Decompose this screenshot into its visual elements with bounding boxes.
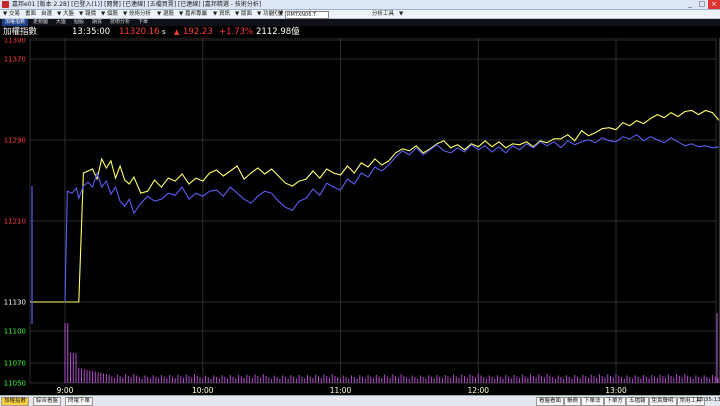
tab-6[interactable]: 下單 bbox=[135, 19, 151, 26]
dropdown-caret-icon[interactable]: ▼ bbox=[157, 10, 161, 18]
tab-4[interactable]: 期貨 bbox=[89, 19, 105, 26]
app-icon bbox=[2, 1, 9, 8]
dropdown-caret-icon[interactable]: ▼ bbox=[257, 10, 261, 18]
y-tick-label: 11130 bbox=[4, 299, 26, 307]
quote-info-bar: 加權指數 13:35:00 11320.16 s ▲ 192.23 +1.73%… bbox=[0, 26, 720, 38]
tab-1[interactable]: 走勢圖 bbox=[30, 19, 51, 26]
tab-5[interactable]: 技術分析 bbox=[107, 19, 133, 26]
dropdown-caret-icon[interactable]: ▼ bbox=[3, 10, 7, 18]
minimize-button[interactable]: _ bbox=[684, 0, 696, 9]
x-tick-label: 11:00 bbox=[330, 386, 352, 394]
x-tick-label: 10:00 bbox=[192, 386, 214, 394]
menu-toolbar: ▼ 交易 畫面 自選 ▼ 大盤 ▼ 報價 ▼ 個股 ▼ 技術分析 ▼ 選股 ▼ 嘉邦專屬 ▼ 資訊 ▼ 版面 ▼ 功能 ▼ 代… bbox=[0, 10, 720, 19]
tab-2[interactable]: 大盤 bbox=[53, 19, 69, 26]
y-tick-label: 11390 bbox=[4, 38, 26, 45]
menu-item[interactable]: 嘉邦專屬 bbox=[185, 10, 207, 18]
chevron-down-icon[interactable]: ▼ bbox=[399, 10, 403, 18]
dropdown-caret-icon[interactable]: ▼ bbox=[179, 10, 183, 18]
menu-item[interactable]: 選股 bbox=[163, 10, 174, 18]
status-bar: 加權指數 綜合看盤 閃電下單 看盤看面 帳務 下單法 下單方 五檔報 免責聲明 常用工具 13:35… bbox=[0, 395, 720, 406]
dropdown-caret-icon[interactable]: ▼ bbox=[235, 10, 239, 18]
x-tick-label: 12:00 bbox=[467, 386, 489, 394]
y-tick-label: 11050 bbox=[4, 380, 26, 388]
dropdown-caret-icon[interactable]: ▼ bbox=[213, 10, 217, 18]
maximize-button[interactable]: □ bbox=[696, 0, 708, 9]
y-tick-label: 11210 bbox=[4, 218, 26, 226]
x-tick-label: 13:00 bbox=[605, 386, 627, 394]
quote-time: 13:35:00 bbox=[72, 27, 111, 37]
price-change: 192.23 bbox=[183, 27, 213, 37]
y-tick-label: 11290 bbox=[4, 137, 26, 145]
analysis-tools-menu[interactable]: 分析工具 bbox=[372, 10, 394, 18]
menu-item[interactable]: 交易 bbox=[9, 10, 20, 18]
menu-item[interactable]: 資訊 bbox=[219, 10, 230, 18]
x-tick-label: 9:00 bbox=[57, 386, 74, 394]
dropdown-caret-icon[interactable]: ▼ bbox=[57, 10, 61, 18]
status-clock: 13:35:13 bbox=[696, 397, 720, 403]
menu-item[interactable]: 大盤 bbox=[63, 10, 74, 18]
menu-item[interactable]: 報價 bbox=[85, 10, 96, 18]
tab-0[interactable]: 加權指數 bbox=[2, 19, 29, 26]
y-tick-label: 11100 bbox=[4, 328, 26, 336]
price-change-percent: +1.73% bbox=[219, 27, 254, 37]
dropdown-caret-icon[interactable]: ▼ bbox=[101, 10, 105, 18]
series-line-yellow bbox=[65, 109, 720, 303]
tab-3[interactable]: 個股 bbox=[71, 19, 87, 26]
dropdown-caret-icon[interactable]: ▼ bbox=[79, 10, 83, 18]
menu-item[interactable]: 版面 bbox=[241, 10, 252, 18]
up-arrow-icon: ▲ bbox=[174, 28, 180, 36]
title-bar: 嘉邦e01 [版本 2.28] [已登入(1)] [閱覽] [已連線] [五檔買… bbox=[0, 0, 720, 10]
series-line-blue bbox=[64, 134, 720, 303]
dropdown-caret-icon[interactable]: ▼ bbox=[123, 10, 127, 18]
y-tick-label: 11370 bbox=[4, 56, 26, 64]
intraday-chart[interactable]: 11390 11370 11290 11210 11130 11100 11070 11050… bbox=[0, 37, 720, 395]
menu-item[interactable]: 自選 bbox=[41, 10, 52, 18]
close-button[interactable]: × bbox=[708, 0, 720, 9]
menu-item[interactable]: 畫面 bbox=[25, 10, 36, 18]
code-label: 代號 bbox=[272, 11, 284, 17]
symbol-code-input[interactable]: RMTXN06.T bbox=[285, 11, 329, 19]
index-name: 加權指數 bbox=[3, 27, 38, 37]
intraday-chart-svg: 11390 11370 11290 11210 11130 11100 11070 11050… bbox=[4, 37, 720, 395]
price-suffix: s bbox=[162, 28, 166, 36]
y-tick-label: 11070 bbox=[4, 360, 26, 368]
menu-item[interactable]: 個股 bbox=[107, 10, 118, 18]
menu-item[interactable]: 技術分析 bbox=[129, 10, 151, 18]
window-title: 嘉邦e01 [版本 2.28] [已登入(1)] [閱覽] [已連線] [五檔買… bbox=[12, 1, 262, 8]
tab-strip: 加權指數 走勢圖 大盤 個股 期貨 技術分析 下單 bbox=[0, 19, 720, 26]
turnover-volume: 2112.98億 bbox=[256, 27, 300, 37]
last-price: 11320.16 bbox=[119, 27, 160, 37]
